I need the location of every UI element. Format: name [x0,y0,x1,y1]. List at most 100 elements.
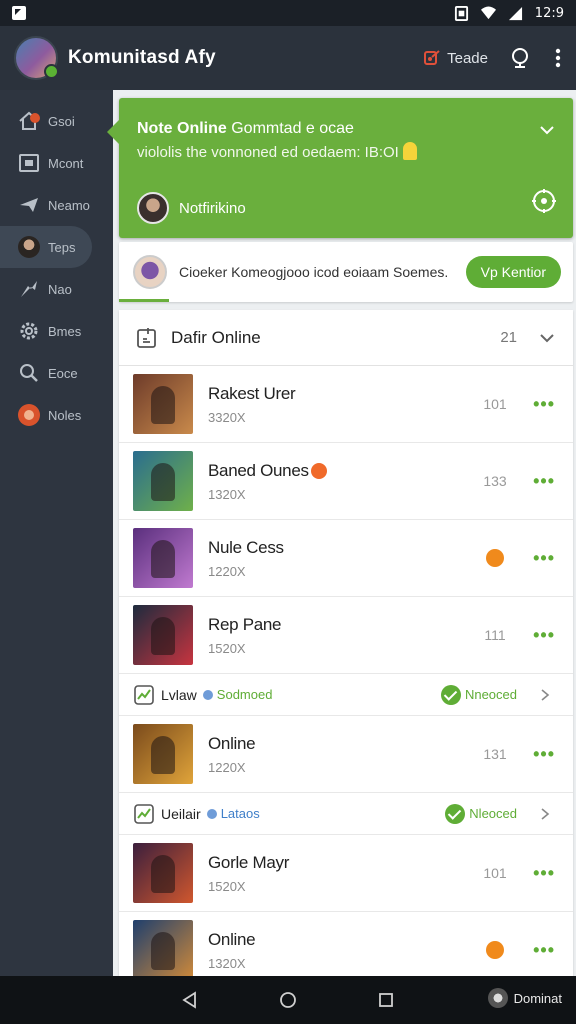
chevron-right-icon[interactable] [539,807,551,820]
status-dot [486,549,504,567]
chevron-down-icon[interactable] [539,330,555,346]
chevron-right-icon[interactable] [539,688,551,701]
chevron-down-icon[interactable] [539,122,555,138]
notification-user-name: Notfirikino [179,199,246,217]
more-horiz-icon[interactable]: ••• [525,548,555,569]
list-item-value: 111 [484,627,506,643]
back-icon[interactable] [180,990,200,1010]
list-item-name: Online [208,734,465,754]
home-button-icon[interactable] [278,990,298,1010]
list-item-name-text: Online [208,929,256,949]
more-horiz-icon[interactable]: ••• [525,471,555,492]
sidebar-item-nao[interactable]: Nao [0,268,113,310]
game-thumbnail [133,374,193,434]
sidebar-item-label: Gsoi [48,113,75,129]
sidebar-item-label: Nao [48,281,72,297]
nav-app-shortcut[interactable]: Dominat [487,988,562,1008]
invite-button[interactable]: Vp Kentior [465,256,561,288]
list-item-sub: 1520X [208,878,246,894]
list-item-name: Rakest Urer [208,384,465,404]
trade-icon [424,50,440,65]
list-count: 21 [500,329,517,346]
list-item-name-text: Online [208,733,256,753]
list-item-value: 101 [483,865,507,881]
list-item-name: Rep Pane [208,615,465,635]
notification-card[interactable]: Note Online Gommtad e ocae viololis the … [107,98,573,238]
trade-label: Teade [447,49,488,67]
sidebar-item-send[interactable]: Neamo [0,184,113,226]
game-thumbnail [133,920,193,976]
search-icon[interactable] [510,47,532,69]
status-value: Lataos [220,806,260,821]
notification-dot [310,462,327,479]
list-title: Dafir Online [171,327,261,347]
list-item-name: Nule Cess [208,538,465,558]
trade-button[interactable]: Teade [423,49,488,67]
list-item-name-text: Nule Cess [208,537,284,557]
list-item-text: Nule Cess 1220X [208,538,465,579]
more-vert-icon[interactable] [554,47,562,69]
list-header[interactable]: Dafir Online 21 [119,310,573,366]
app-notification-icon [12,6,26,20]
list-item-name: Online [208,930,465,950]
status-dot [486,941,504,959]
list-item-value: 133 [483,473,507,489]
profile-avatar[interactable] [14,36,59,80]
more-horiz-icon[interactable]: ••• [525,863,555,884]
game-thumbnail [133,724,193,784]
sidebar-item-messages[interactable]: Mcont [0,142,113,184]
sidebar-item-notes[interactable]: Noles [0,394,113,436]
list-item[interactable]: Online 1320X ••• [119,912,573,976]
status-bar: 12:9 [0,0,576,26]
bell-icon [402,142,417,160]
list-item[interactable]: Rep Pane 1520X 111 ••• [119,597,573,674]
more-horiz-icon[interactable]: ••• [525,625,555,646]
list-item-name-text: Gorle Mayr [208,852,290,872]
list-item-text: Online 1220X [208,734,465,775]
main-content: Note Online Gommtad e ocae viololis the … [107,90,576,976]
list-item-text: Gorle Mayr 1520X [208,853,465,894]
more-horiz-icon[interactable]: ••• [525,744,555,765]
app-bar: Komunitasd Afy Teade [0,26,576,90]
sidebar-item-teps[interactable]: Teps [0,226,92,268]
list-item-text: Rakest Urer 3320X [208,384,465,425]
sidebar: Gsoi Mcont Neamo Teps Nao Bmes Eoce Nole… [0,90,113,976]
send-icon [20,198,38,212]
list-item-sub: 1220X [208,563,246,579]
list-item-sub: 1220X [208,759,246,775]
list-item[interactable]: Rakest Urer 3320X 101 ••• [119,366,573,443]
list-item[interactable]: Online 1220X 131 ••• [119,716,573,793]
list-rows: Rakest Urer 3320X 101 ••• Baned Ounes 1320X 13… [119,366,573,976]
app-icon [487,988,508,1008]
compass-icon[interactable] [531,188,557,214]
game-thumbnail [133,605,193,665]
status-row[interactable]: Ueilair Lataos Nleoced [119,793,573,835]
list-item-value [465,941,525,959]
home-icon [19,111,40,130]
sidebar-item-label: Eoce [48,365,78,381]
list-item[interactable]: Nule Cess 1220X ••• [119,520,573,597]
sidebar-item-search[interactable]: Eoce [0,352,113,394]
recents-icon[interactable] [376,990,396,1010]
more-horiz-icon[interactable]: ••• [525,940,555,961]
list-item-name-text: Baned Ounes [208,460,309,480]
navigation-bar: Dominat [0,976,576,1024]
game-thumbnail [133,528,193,588]
avatar [18,236,40,258]
status-dot [206,808,217,819]
status-row[interactable]: Lvlaw Sodmoed Nneoced [119,674,573,716]
list-item-sub: 1520X [208,640,246,656]
list-item[interactable]: Gorle Mayr 1520X 101 ••• [119,835,573,912]
nav-app-label: Dominat [513,990,562,1006]
status-dot [202,689,213,700]
more-horiz-icon[interactable]: ••• [525,394,555,415]
list-item-name-text: Rakest Urer [208,383,296,403]
sidebar-item-settings[interactable]: Bmes [0,310,113,352]
sidebar-item-home[interactable]: Gsoi [0,100,113,142]
list-item-value: 131 [483,746,507,762]
arrow-icon [21,281,37,297]
game-thumbnail [133,451,193,511]
notification-text: viololis the vonnoned ed oedaem: IB:OI [137,142,417,161]
list-item[interactable]: Baned Ounes 1320X 133 ••• [119,443,573,520]
status-label: Ueilair [161,805,201,822]
